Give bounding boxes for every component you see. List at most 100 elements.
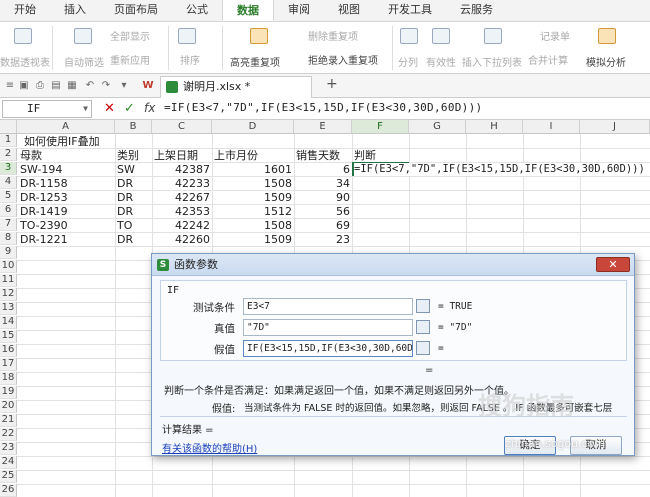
active-cell-editor[interactable]: =IF(E3<7,"7D",IF(E3<15,15D,IF(E3<30,30D,… [354,163,645,176]
formula-input[interactable]: =IF(E3<7,"7D",IF(E3<15,15D,IF(E3<30,30D,… [164,101,482,114]
close-icon[interactable]: ✕ [596,257,630,272]
row-header[interactable]: 20 [0,400,17,413]
tab-cloud[interactable]: 云服务 [446,0,507,21]
table-cell[interactable]: DR [117,233,133,246]
dialog-titlebar[interactable]: S 函数参数 ✕ [152,254,634,276]
row-header[interactable]: 1 [0,134,17,147]
row-header[interactable]: 4 [0,176,17,189]
table-cell[interactable]: 34 [294,177,350,190]
chevron-down-icon[interactable]: ▾ [118,80,130,92]
select-all-corner[interactable] [0,120,17,134]
row-header[interactable]: 14 [0,316,17,329]
table-cell[interactable]: DR-1158 [20,177,68,190]
table-cell[interactable]: TO [117,219,132,232]
row-header[interactable]: 21 [0,414,17,427]
row-header[interactable]: 25 [0,470,17,483]
header-cell[interactable]: 母款 [20,149,42,162]
row-header[interactable]: 8 [0,232,17,245]
arg-input-condition[interactable]: E3<7 [243,298,413,315]
row-header[interactable]: 15 [0,330,17,343]
row-header[interactable]: 16 [0,344,17,357]
range-picker-icon[interactable] [416,299,430,313]
table-cell[interactable]: 1508 [212,177,292,190]
reject-duplicates-button[interactable]: 拒绝录入重复项 [308,52,378,67]
format-painter-icon[interactable]: ▦ [66,80,78,92]
table-cell[interactable]: 42242 [152,219,210,232]
row-header[interactable]: 24 [0,456,17,469]
row-header[interactable]: 12 [0,288,17,301]
tab-start[interactable]: 开始 [0,0,50,21]
print-icon[interactable]: ▤ [50,80,62,92]
table-cell[interactable]: 1509 [212,233,292,246]
table-cell[interactable]: SW-194 [20,163,62,176]
table-cell[interactable]: DR-1419 [20,205,68,218]
table-cell[interactable]: 56 [294,205,350,218]
what-if-analysis-button[interactable]: 模拟分析 [586,54,626,69]
validity-button[interactable]: 有效性 [426,54,456,69]
column-header[interactable]: C [152,120,212,134]
table-cell[interactable]: 69 [294,219,350,232]
tab-view[interactable]: 视图 [324,0,374,21]
table-cell[interactable]: 1512 [212,205,292,218]
table-cell[interactable]: TO-2390 [20,219,68,232]
tab-page-layout[interactable]: 页面布局 [100,0,172,21]
undo-icon[interactable]: ↶ [84,80,96,92]
insert-function-icon[interactable]: fx [144,101,155,115]
tab-review[interactable]: 审阅 [274,0,324,21]
row-header[interactable]: 6 [0,204,17,217]
sheet-title-cell[interactable]: 如何使用IF叠加 [24,135,100,148]
autofilter-button[interactable]: 自动筛选 [64,54,104,69]
table-cell[interactable]: 42353 [152,205,210,218]
column-header[interactable]: F [352,120,409,134]
row-header[interactable]: 23 [0,442,17,455]
row-header[interactable]: 9 [0,246,17,259]
document-tab[interactable]: 谢明月.xlsx * [160,76,312,98]
table-cell[interactable]: DR-1253 [20,191,68,204]
column-header[interactable]: A [17,120,115,134]
row-header[interactable]: 19 [0,386,17,399]
row-header[interactable]: 5 [0,190,17,203]
column-header[interactable]: D [212,120,294,134]
arg-input-false-value[interactable]: IF(E3<15,15D,IF(E3<30,30D,60D)) [243,340,413,357]
table-cell[interactable]: 1601 [212,163,292,176]
pivot-table-button[interactable]: 数据透视表 [0,54,50,69]
delete-duplicates-button[interactable]: 删除重复项 [308,28,358,43]
column-header[interactable]: H [466,120,523,134]
record-form-button[interactable]: 记录单 [540,28,570,43]
tab-data[interactable]: 数据 [222,0,274,21]
table-cell[interactable]: 6 [294,163,350,176]
tab-insert[interactable]: 插入 [50,0,100,21]
row-header[interactable]: 3 [0,162,17,175]
table-cell[interactable]: 42387 [152,163,210,176]
column-header[interactable]: B [115,120,152,134]
confirm-formula-icon[interactable]: ✓ [124,101,135,116]
split-column-button[interactable]: 分列 [398,54,418,69]
reapply-button[interactable]: 重新应用 [110,52,150,67]
help-link[interactable]: 有关该函数的帮助(H) [162,440,257,455]
row-header[interactable]: 7 [0,218,17,231]
column-header[interactable]: I [523,120,580,134]
row-header[interactable]: 13 [0,302,17,315]
arg-input-true-value[interactable]: "7D" [243,319,413,336]
table-cell[interactable]: DR [117,177,133,190]
save-icon[interactable]: ▣ [18,80,30,92]
row-header[interactable]: 2 [0,148,17,161]
table-cell[interactable]: SW [117,163,135,176]
row-header[interactable]: 18 [0,372,17,385]
column-header[interactable]: E [294,120,352,134]
range-picker-icon[interactable] [416,320,430,334]
chevron-down-icon[interactable]: ▼ [83,101,88,117]
column-header[interactable]: J [580,120,650,134]
redo-icon[interactable]: ↷ [100,80,112,92]
table-cell[interactable]: DR [117,191,133,204]
row-header[interactable]: 26 [0,484,17,497]
row-header[interactable]: 22 [0,428,17,441]
consolidate-button[interactable]: 合并计算 [528,52,568,67]
column-header[interactable]: G [409,120,466,134]
header-cell[interactable]: 判断 [354,149,376,162]
header-cell[interactable]: 销售天数 [296,149,340,162]
new-tab-icon[interactable]: + [326,76,338,92]
table-cell[interactable]: 1508 [212,219,292,232]
show-all-button[interactable]: 全部显示 [110,28,150,43]
row-header[interactable]: 10 [0,260,17,273]
